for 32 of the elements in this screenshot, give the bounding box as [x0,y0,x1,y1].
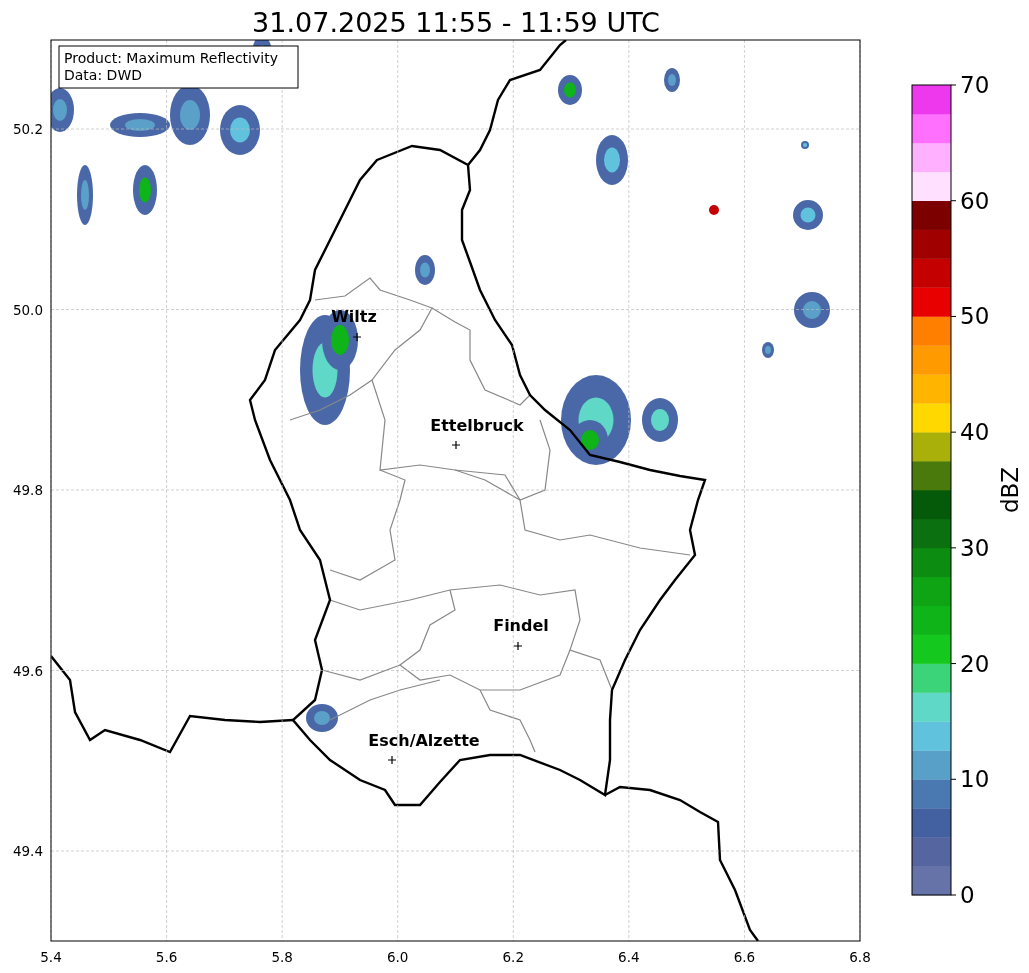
colorbar-label: dBZ [997,466,1023,514]
tick-label: 6.8 [849,949,871,965]
city-marker-icon [387,755,397,765]
tick-label: 6.4 [618,949,640,965]
colorbar-tick-label: 40 [960,419,990,446]
colorbar-tick-label: 60 [960,187,990,214]
tick-label: 6.2 [502,949,525,965]
tick-label: 50.0 [12,301,43,318]
info-text: Data: DWD [64,67,142,83]
colorbar-tick-label: 10 [960,766,990,793]
city-marker-icon [352,332,362,342]
tick-label: 6.6 [733,949,756,965]
city-marker-icon [513,641,523,651]
colorbar-tick-label: 50 [960,303,990,330]
tick-label: 5.4 [40,949,62,965]
tick-label: 49.8 [12,482,43,498]
tick-label: 5.6 [155,949,178,965]
tick-label: 49.4 [12,843,43,859]
tick-label: 6.0 [386,949,409,965]
tick-label: 50.2 [12,121,43,137]
colorbar-tick-label: 30 [960,534,990,561]
colorbar-tick-label: 70 [960,72,990,98]
colorbar-tick-label: 0 [960,882,975,908]
colorbar-tick-label: 20 [960,650,990,677]
tick-label: 49.6 [12,662,43,679]
tick-label: 5.8 [271,949,293,965]
city-label: Findel [493,616,549,635]
city-label: Ettelbruck [430,416,524,435]
info-text: Product: Maximum Reflectivity [64,50,278,66]
chart-title: 31.07.2025 11:55 - 11:59 UTC [252,7,660,38]
city-marker-icon [451,440,461,450]
city-label: Esch/Alzette [368,731,480,750]
